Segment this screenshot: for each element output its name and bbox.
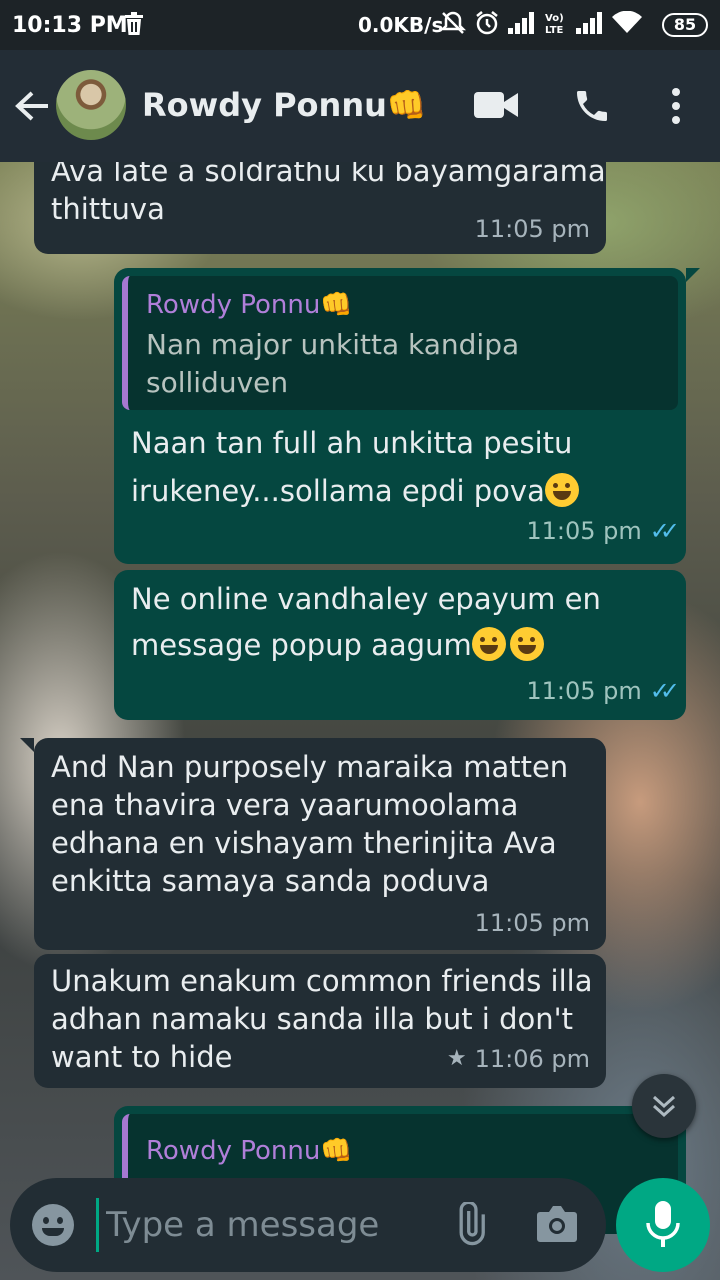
message-time: 11:05 pm	[474, 215, 590, 243]
message-text-line: And Nan purposely maraika matten	[51, 750, 569, 784]
voice-call-icon[interactable]	[572, 86, 612, 130]
crazy-face-emoji-icon	[544, 473, 579, 507]
chat-header: Rowdy Ponnu👊	[0, 50, 720, 162]
message-text-line: Unakum enakum common friends illa	[51, 964, 593, 998]
chevron-double-down-icon	[652, 1095, 676, 1118]
svg-text:LTE: LTE	[545, 25, 564, 35]
quote-text-line: Nan major unkitta kandipa	[146, 328, 520, 361]
read-ticks-icon: ✓✓	[649, 677, 680, 705]
message-text-line: adhan namaku sanda illa but i don't	[51, 1002, 573, 1036]
message-text-line: message popup aagum	[131, 626, 544, 664]
message-text-line: enkitta samaya sanda poduva	[51, 864, 490, 898]
laughing-face-emoji-icon	[471, 627, 506, 661]
quote-text-line: solliduven	[146, 366, 289, 399]
signal-icon	[508, 12, 536, 38]
message-time: 11:06 pm	[474, 1045, 590, 1073]
rolling-laughing-emoji-icon	[509, 627, 544, 661]
message-text-line: irukeney...sollama epdi pova	[131, 472, 579, 510]
message-bubble[interactable]: Ne online vandhaley epayum en message po…	[114, 570, 686, 720]
emoji-icon[interactable]	[32, 1204, 74, 1246]
volte-icon: Vo) LTE	[544, 11, 568, 39]
status-time: 10:13 PM	[12, 13, 128, 38]
quote-author: Rowdy Ponnu👊	[146, 1136, 353, 1166]
battery-icon: 85	[662, 13, 708, 37]
message-bubble[interactable]: And Nan purposely maraika matten ena tha…	[20, 738, 606, 950]
message-time: 11:05 pm	[526, 517, 642, 545]
message-text-line: Ne online vandhaley epayum en	[131, 582, 601, 616]
message-text-line: want to hide	[51, 1040, 233, 1074]
text-cursor	[96, 1198, 99, 1252]
status-bar: 10:13 PM 0.0KB/s Vo) LTE 85	[0, 0, 720, 50]
quoted-message[interactable]: Rowdy Ponnu👊 Nan major unkitta kandipa s…	[122, 276, 678, 410]
network-speed: 0.0KB/s	[358, 13, 444, 37]
signal-2-icon	[576, 12, 604, 38]
message-input[interactable]	[106, 1200, 436, 1250]
trash-icon	[124, 12, 144, 40]
message-text-line: edhana en vishayam therinjita Ava	[51, 826, 557, 860]
mic-button[interactable]	[616, 1178, 710, 1272]
contact-name[interactable]: Rowdy Ponnu👊	[142, 86, 427, 124]
alarm-icon	[474, 10, 500, 40]
chat-area[interactable]: Ava late a soldrathu ku bayamgarama thit…	[0, 162, 720, 1280]
message-time: 11:05 pm	[526, 677, 642, 705]
svg-text:Vo): Vo)	[545, 13, 564, 24]
message-bubble[interactable]: Unakum enakum common friends illa adhan …	[34, 954, 606, 1088]
message-text-line: ena thavira vera yaarumoolama	[51, 788, 519, 822]
scroll-to-bottom-button[interactable]	[632, 1074, 696, 1138]
paperclip-icon[interactable]	[448, 1200, 492, 1250]
wifi-icon	[612, 10, 642, 39]
star-icon: ★	[446, 1046, 467, 1071]
message-bubble[interactable]: Ava late a soldrathu ku bayamgarama thit…	[34, 162, 606, 254]
message-text-line: Ava late a soldrathu ku bayamgarama	[51, 162, 606, 188]
camera-icon[interactable]	[536, 1204, 578, 1248]
avatar[interactable]	[56, 70, 126, 140]
back-arrow-icon[interactable]	[14, 88, 50, 128]
message-composer	[10, 1178, 606, 1272]
message-bubble[interactable]: Rowdy Ponnu👊 Nan major unkitta kandipa s…	[114, 268, 700, 564]
more-options-icon[interactable]	[666, 86, 686, 130]
message-time: 11:05 pm	[474, 909, 590, 937]
quote-author: Rowdy Ponnu👊	[146, 290, 353, 320]
message-text-line: Naan tan full ah unkitta pesitu	[131, 426, 573, 460]
message-text-line: thittuva	[51, 192, 165, 226]
mute-icon	[439, 10, 467, 40]
mic-icon	[646, 1201, 680, 1247]
video-call-icon[interactable]	[474, 90, 518, 124]
read-ticks-icon: ✓✓	[649, 517, 680, 545]
